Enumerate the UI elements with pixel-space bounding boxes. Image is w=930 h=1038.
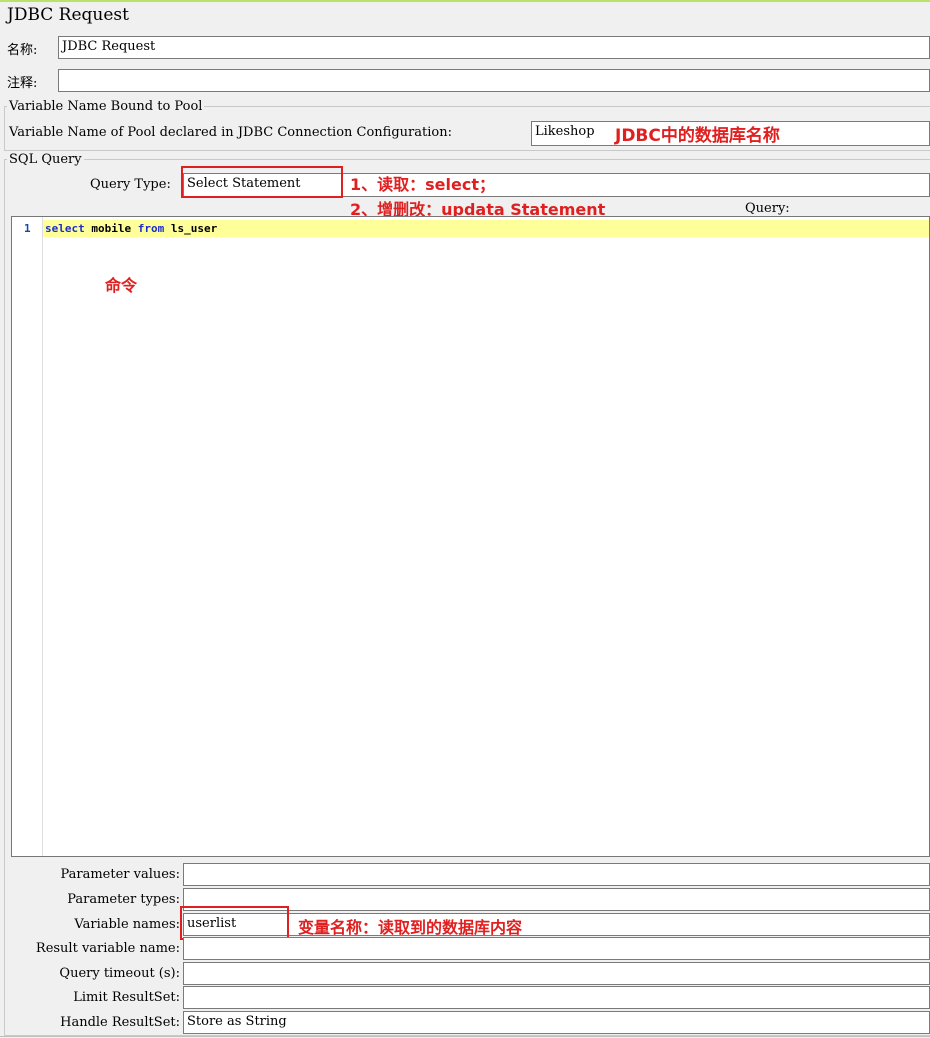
sql-keyword-from: from (137, 222, 165, 235)
parameter-types-label: Parameter types: (67, 892, 180, 907)
handle-resultset-label: Handle ResultSet: (60, 1015, 180, 1030)
pool-variable-value: Likeshop (535, 124, 595, 139)
variable-names-highlight-box (180, 906, 289, 940)
handle-resultset-select[interactable]: Store as String (183, 1011, 930, 1034)
sql-query-editor[interactable]: 1 select mobile from ls_user 命令 (11, 216, 930, 857)
limit-resultset-label: Limit ResultSet: (73, 990, 180, 1005)
query-label: Query: (745, 201, 790, 216)
bottom-border (0, 1036, 930, 1037)
query-type-annotation-1: 1、读取：select； (350, 175, 495, 194)
parameter-values-field[interactable] (183, 863, 930, 886)
name-field[interactable]: JDBC Request (58, 36, 930, 59)
sql-column: mobile (84, 222, 138, 235)
sql-query-group-title: SQL Query (9, 152, 82, 167)
result-variable-name-label: Result variable name: (35, 941, 180, 956)
variable-names-field[interactable]: userlist (183, 913, 930, 936)
sql-table: ls_user (164, 222, 218, 235)
query-timeout-field[interactable] (183, 962, 930, 985)
query-timeout-label: Query timeout (s): (59, 966, 180, 981)
sql-keyword-select: select (45, 222, 85, 235)
pool-group-title: Variable Name Bound to Pool (9, 99, 203, 114)
top-border (0, 0, 930, 2)
limit-resultset-field[interactable] (183, 986, 930, 1009)
parameter-values-label: Parameter values: (60, 867, 180, 882)
line-number-gutter (12, 217, 43, 856)
variable-names-annotation: 变量名称：读取到的数据库内容 (298, 918, 523, 937)
panel-title: JDBC Request (7, 5, 129, 25)
result-variable-name-field[interactable] (183, 937, 930, 960)
pool-annotation: JDBC中的数据库名称 (615, 126, 780, 146)
query-type-highlight-box (181, 166, 343, 198)
sql-code-line: select mobile from ls_user (45, 220, 217, 237)
pool-label: Variable Name of Pool declared in JDBC C… (9, 125, 452, 140)
command-annotation: 命令 (105, 276, 138, 295)
comment-label: 注释: (7, 76, 38, 91)
query-type-label: Query Type: (90, 177, 171, 192)
line-number: 1 (24, 222, 31, 235)
comment-field[interactable] (58, 69, 930, 92)
name-label: 名称: (7, 43, 38, 58)
parameter-types-field[interactable] (183, 888, 930, 911)
variable-names-label: Variable names: (74, 917, 180, 932)
